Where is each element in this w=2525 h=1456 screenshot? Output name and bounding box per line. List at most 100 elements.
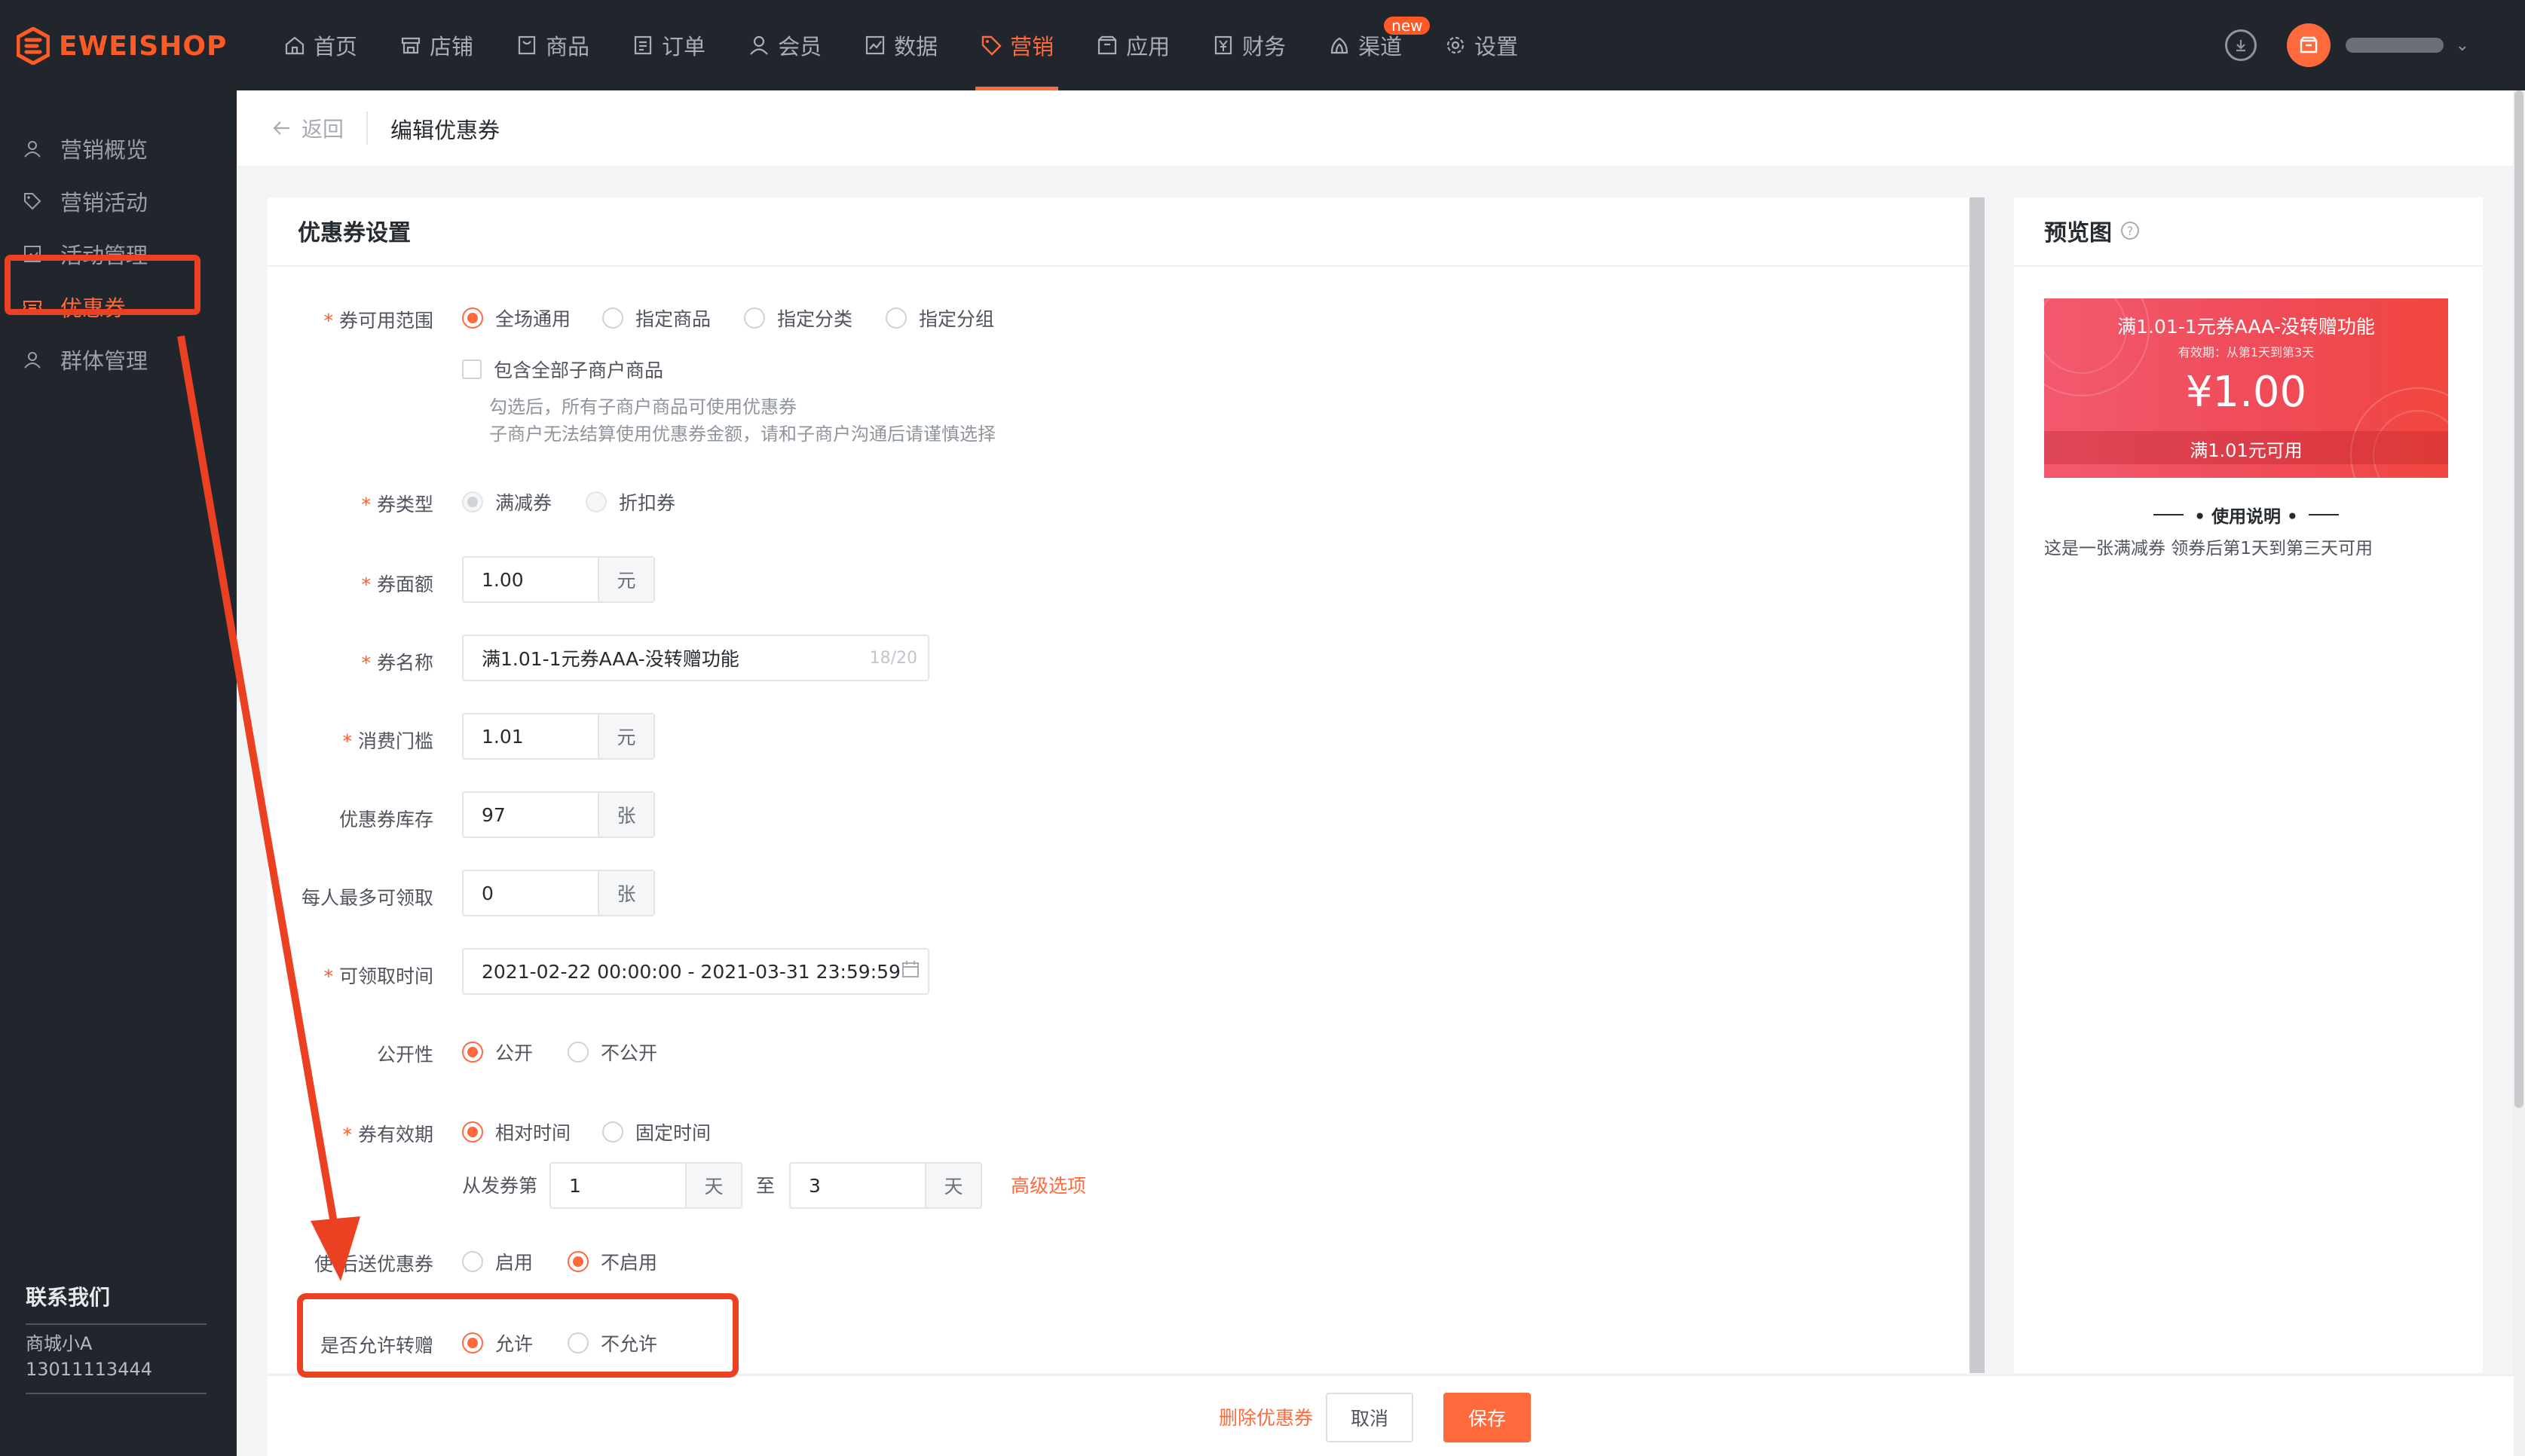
nav-item-member[interactable]: 会员	[736, 0, 834, 90]
nav-item-marketing[interactable]: 营销	[968, 0, 1066, 90]
usage-description: 这是一张满减券 领券后第1天到第三天可用	[2044, 539, 2373, 558]
validity-to-label: 至	[756, 1175, 776, 1197]
back-button[interactable]: 返回	[271, 113, 344, 143]
nav-item-goods[interactable]: 商品	[503, 0, 601, 90]
nav-label: 首页	[314, 34, 358, 60]
scope-option-group[interactable]: 指定分组	[886, 304, 994, 332]
app-icon	[1098, 35, 1117, 55]
form-scrollbar[interactable]	[1969, 197, 1985, 1373]
finance-icon	[1215, 35, 1232, 55]
nav-item-channel[interactable]: 渠道 new	[1316, 0, 1431, 90]
contact-title: 联系我们	[26, 1285, 111, 1310]
scope-option-category[interactable]: 指定分类	[744, 304, 852, 332]
highlight-box-coupon	[5, 255, 200, 315]
logo[interactable]: EWEISHOP	[17, 26, 227, 66]
visibility-option-private[interactable]: 不公开	[568, 1038, 657, 1066]
validity-option-relative[interactable]: 相对时间	[462, 1118, 571, 1146]
per-user-label: 每人最多可领取	[301, 887, 433, 909]
home-icon	[285, 36, 305, 55]
stock-label: 优惠券库存	[338, 809, 433, 830]
stock-input[interactable]: 97 张	[462, 791, 655, 838]
transfer-option-disallow[interactable]: 不允许	[568, 1329, 657, 1357]
nav-item-store[interactable]: 店铺	[387, 0, 485, 90]
amount-input[interactable]: 1.00 元	[462, 556, 655, 603]
sidebar-item-overview[interactable]: 营销概览	[11, 124, 197, 173]
nav-item-settings[interactable]: 设置	[1432, 0, 1530, 90]
main-nav: 首页 店铺 商品 订单 会员 数据 营销 应用 财务 渠道 new 设置	[271, 0, 1548, 90]
shop-avatar-icon	[2300, 36, 2317, 54]
name-input[interactable]: 满1.01-1元券AAA-没转赠功能 18/20	[462, 635, 929, 681]
arrow-left-icon	[273, 121, 289, 135]
back-label: 返回	[301, 117, 344, 142]
nav-item-home[interactable]: 首页	[271, 0, 369, 90]
scope-label: * 券可用范围	[323, 310, 433, 332]
top-navbar: EWEISHOP 首页 店铺 商品 订单 会员 数据 营销 应用 财务 渠道 n…	[0, 0, 2525, 90]
nav-label: 设置	[1474, 34, 1519, 60]
advanced-options-link[interactable]: 高级选项	[1011, 1171, 1086, 1198]
threshold-label: * 消费门槛	[342, 730, 433, 752]
section-divider	[268, 265, 1977, 267]
preview-title: 预览图 ?	[2044, 214, 2139, 247]
contact-name: 商城小A	[26, 1333, 93, 1354]
overview-icon	[24, 141, 41, 158]
transfer-label: 是否允许转赠	[320, 1335, 433, 1357]
cancel-button[interactable]: 取消	[1326, 1393, 1413, 1442]
page-title: 编辑优惠券	[390, 118, 500, 143]
download-arrow-icon	[2236, 40, 2245, 52]
coupon-preview: 满1.01-1元券AAA-没转赠功能 有效期：从第1天到第3天 ¥1.00 满1…	[2044, 298, 2448, 478]
after-use-option-enable[interactable]: 启用	[462, 1248, 533, 1275]
nav-item-finance[interactable]: 财务	[1200, 0, 1298, 90]
preview-panel: 预览图 ? 满1.01-1元券AAA-没转赠功能 有效期：从第1天到第3天 ¥1…	[2014, 197, 2483, 1373]
validity-from-input[interactable]: 1天	[549, 1162, 742, 1209]
contact-divider	[26, 1393, 207, 1394]
tag-icon	[24, 193, 41, 210]
per-user-input[interactable]: 0张	[462, 870, 655, 916]
coupon-preview-name: 满1.01-1元券AAA-没转赠功能	[2117, 316, 2375, 338]
store-icon	[401, 37, 421, 54]
type-option-fullreduce[interactable]: 满减券	[462, 488, 552, 515]
type-option-discount[interactable]: 折扣券	[586, 488, 675, 515]
sidebar-item-activities[interactable]: 营销活动	[11, 176, 197, 226]
scope-option-all[interactable]: 全场通用	[462, 304, 571, 332]
nav-label: 订单	[662, 34, 706, 60]
save-button[interactable]: 保存	[1443, 1393, 1531, 1442]
usage-title: • 使用说明 •	[2044, 502, 2448, 528]
scope-option-goods[interactable]: 指定商品	[602, 304, 711, 332]
download-icon[interactable]	[2224, 29, 2257, 61]
sidebar-item-group[interactable]: 群体管理	[11, 335, 197, 384]
nav-label: 店铺	[430, 34, 474, 60]
transfer-option-allow[interactable]: 允许	[462, 1329, 533, 1357]
receive-time-label: * 可领取时间	[323, 965, 433, 987]
nav-label: 营销	[1010, 34, 1054, 60]
channel-icon	[1331, 37, 1348, 54]
coupon-preview-condition: 满1.01元可用	[2190, 440, 2303, 461]
nav-label: 应用	[1126, 34, 1171, 60]
help-icon[interactable]: ?	[2121, 222, 2139, 240]
header-divider	[366, 112, 368, 145]
visibility-option-public[interactable]: 公开	[462, 1038, 533, 1066]
gear-icon	[1447, 36, 1464, 54]
validity-option-fixed[interactable]: 固定时间	[602, 1118, 711, 1146]
after-use-option-disable[interactable]: 不启用	[568, 1248, 657, 1275]
username-redacted[interactable]	[2345, 38, 2444, 53]
include-submerchant-checkbox[interactable]: 包含全部子商户商品	[462, 356, 663, 383]
validity-to-input[interactable]: 3天	[789, 1162, 982, 1209]
threshold-input[interactable]: 1.01 元	[462, 713, 655, 760]
chevron-down-icon[interactable]: ⌄	[2456, 36, 2469, 55]
visibility-label: 公开性	[376, 1044, 433, 1066]
calendar-icon[interactable]	[901, 959, 934, 983]
nav-label: 数据	[894, 34, 938, 60]
page-scrollbar[interactable]	[2513, 90, 2525, 1456]
member-icon	[750, 35, 768, 55]
nav-item-data[interactable]: 数据	[852, 0, 950, 90]
page-scrollbar-thumb[interactable]	[2514, 90, 2523, 1108]
form-footer: 删除优惠券 取消 保存	[268, 1375, 2514, 1456]
tag-icon	[981, 35, 1002, 56]
nav-item-app[interactable]: 应用	[1084, 0, 1182, 90]
nav-item-order[interactable]: 订单	[620, 0, 718, 90]
avatar[interactable]	[2286, 23, 2331, 67]
receive-time-picker[interactable]: 2021-02-22 00:00:00 - 2021-03-31 23:59:5…	[462, 948, 929, 995]
after-use-label: 使 后送优惠券	[314, 1253, 433, 1275]
delete-coupon-button[interactable]: 删除优惠券	[1219, 1403, 1313, 1430]
section-title: 优惠券设置	[298, 220, 411, 246]
